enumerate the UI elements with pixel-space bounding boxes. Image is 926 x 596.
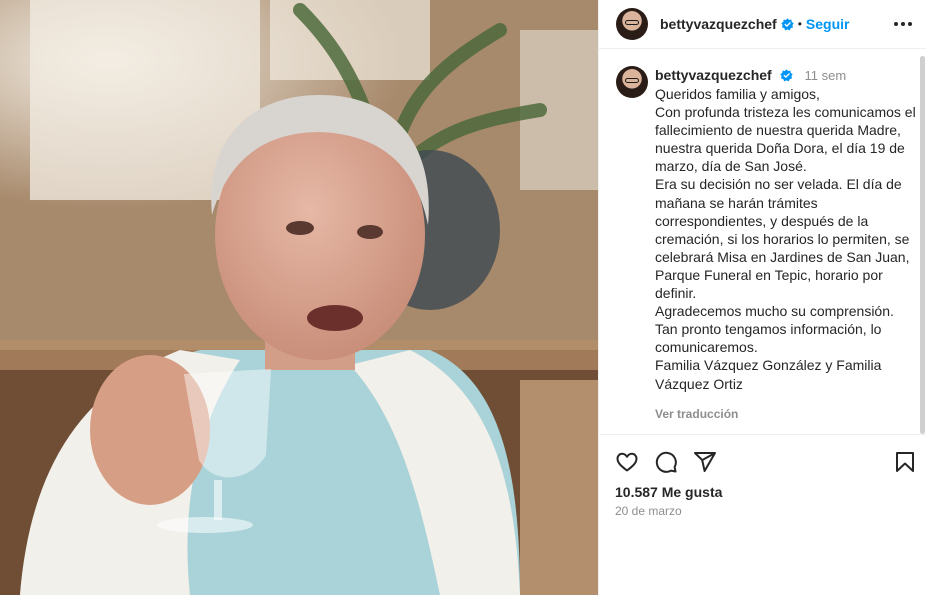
caption-text: Queridos familia y amigos, Con profunda …	[655, 86, 916, 392]
post-actions: 10.587 Me gusta 20 de marzo	[599, 434, 926, 596]
follow-button[interactable]: Seguir	[806, 16, 850, 32]
action-icons	[615, 450, 717, 474]
post-photo[interactable]	[0, 0, 598, 595]
verified-badge-icon	[779, 69, 793, 82]
like-count[interactable]: 10.587 Me gusta	[615, 484, 722, 500]
caption-avatar[interactable]	[616, 66, 648, 98]
post-date[interactable]: 20 de marzo	[615, 504, 682, 518]
author-avatar[interactable]	[616, 8, 648, 40]
scrollbar-thumb[interactable]	[920, 56, 925, 434]
bookmark-icon[interactable]	[893, 450, 917, 474]
caption-scrollbar[interactable]	[920, 56, 925, 434]
caption-header: bettyvazquezchef 11 sem	[655, 67, 846, 83]
comment-icon[interactable]	[654, 450, 678, 474]
photo-illustration	[0, 0, 598, 595]
post-header: bettyvazquezchef • Seguir	[599, 0, 926, 49]
caption-username[interactable]: bettyvazquezchef	[655, 67, 772, 83]
see-translation-link[interactable]: Ver traducción	[655, 407, 738, 421]
instagram-post: bettyvazquezchef • Seguir bettyvazquezch…	[0, 0, 926, 595]
heart-icon[interactable]	[615, 450, 639, 474]
post-side-panel: bettyvazquezchef • Seguir bettyvazquezch…	[598, 0, 926, 595]
send-icon[interactable]	[693, 450, 717, 474]
author-username[interactable]: bettyvazquezchef	[660, 16, 777, 32]
caption-timestamp[interactable]: 11 sem	[804, 68, 846, 83]
verified-badge-icon	[781, 17, 794, 30]
header-separator: •	[797, 17, 802, 31]
more-options-icon[interactable]	[891, 13, 915, 35]
post-caption: bettyvazquezchef 11 sem Queridos familia…	[599, 48, 920, 434]
